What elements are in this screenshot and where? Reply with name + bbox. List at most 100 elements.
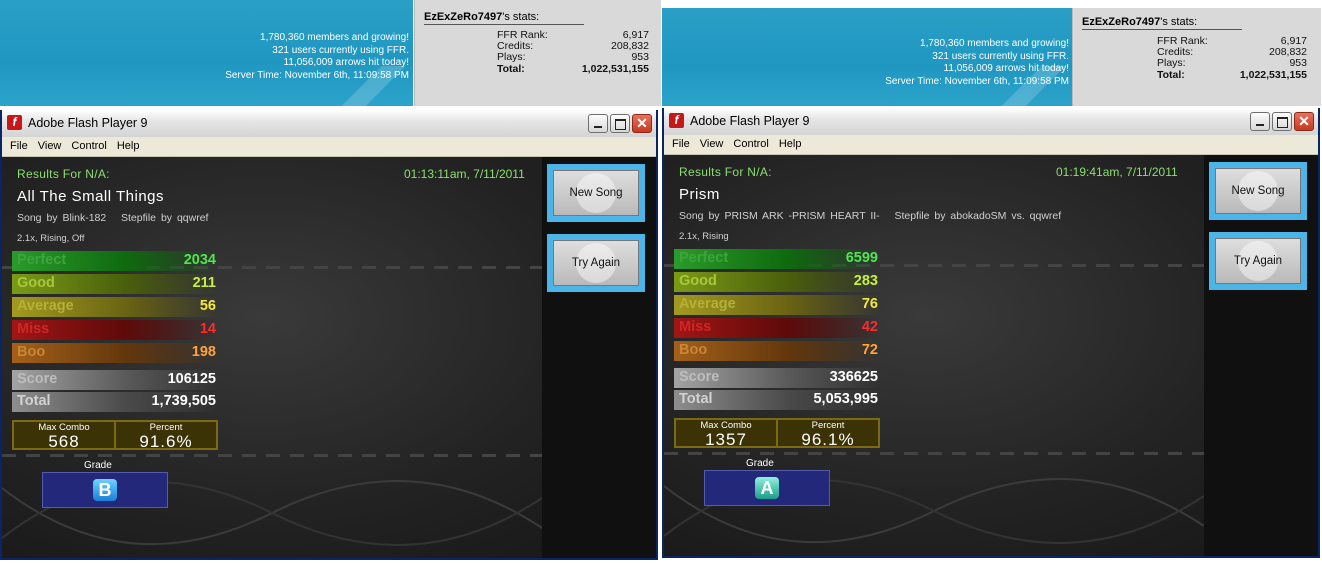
max-combo-cell: Max Combo 1357 xyxy=(676,420,776,449)
site-banner: 1,780,360 members and growing! 321 users… xyxy=(0,0,661,108)
grade-label: Grade xyxy=(746,458,774,469)
close-button[interactable]: ✕ xyxy=(632,114,652,133)
percent-value: 96.1% xyxy=(801,430,855,449)
max-combo-value: 568 xyxy=(48,432,80,451)
results-for-label: Results For N/A: xyxy=(679,165,772,179)
total-value: 5,053,995 xyxy=(813,391,878,407)
flash-player-window: f Adobe Flash Player 9 ✕ File View Control… xyxy=(662,108,1320,558)
flash-player-icon: f xyxy=(7,115,22,130)
results-stage: Results For N/A: 01:19:41am, 7/11/2011 P… xyxy=(664,155,1318,556)
combo-percent-box: Max Combo 568 Percent 91.6% xyxy=(12,420,218,450)
minimize-icon xyxy=(1256,124,1264,126)
game-mods: 2.1x, Rising xyxy=(679,231,729,242)
stepfile-author: Stepfile by qqwref xyxy=(121,212,209,224)
max-combo-value: 1357 xyxy=(705,430,747,449)
menu-control[interactable]: Control xyxy=(728,135,773,150)
maximize-icon xyxy=(615,119,626,130)
grade-box: A xyxy=(704,470,830,506)
flash-player-icon: f xyxy=(669,113,684,128)
window-controls: ✕ xyxy=(1250,112,1314,131)
right-screenshot: 1,780,360 members and growing! 321 users… xyxy=(662,0,1321,563)
percent-cell: Percent 91.6% xyxy=(114,422,216,450)
perfect-count: 2034 xyxy=(183,252,216,268)
menu-view[interactable]: View xyxy=(33,137,67,152)
menu-help[interactable]: Help xyxy=(774,135,807,150)
good-row: Good 283 xyxy=(674,272,880,292)
grade-letter: B xyxy=(93,479,117,501)
plays-row: Plays: 953 xyxy=(1157,57,1307,70)
user-stats-table: FFR Rank: 6,917 Credits: 208,832 Plays: 953… xyxy=(497,29,649,75)
window-titlebar[interactable]: f Adobe Flash Player 9 ✕ xyxy=(664,108,1318,136)
new-song-button[interactable]: New Song xyxy=(1209,162,1307,220)
total-row: Total: 1,022,531,155 xyxy=(1157,68,1307,81)
perfect-row: Perfect 6599 xyxy=(674,249,880,269)
combo-percent-box: Max Combo 1357 Percent 96.1% xyxy=(674,418,880,448)
site-stats: 1,780,360 members and growing! 321 users… xyxy=(225,32,409,82)
close-icon: ✕ xyxy=(1298,113,1310,129)
grade-label: Grade xyxy=(84,460,112,471)
username-link[interactable]: EzExZeRo7497 xyxy=(1082,16,1160,28)
members-count: 1,780,360 members and growing! xyxy=(920,38,1069,49)
total-row: Total 5,053,995 xyxy=(674,390,880,410)
user-stats-box: EzExZeRo7497's stats: FFR Rank: 6,917 Cre… xyxy=(1072,8,1321,106)
game-mods: 2.1x, Rising, Off xyxy=(17,233,85,244)
try-again-button[interactable]: Try Again xyxy=(547,234,645,292)
user-stats-table: FFR Rank: 6,917 Credits: 208,832 Plays: 953… xyxy=(1157,35,1307,81)
menu-help[interactable]: Help xyxy=(112,137,145,152)
results-for-label: Results For N/A: xyxy=(17,167,110,181)
server-time: Server Time: November 6th, 11:09:58 PM xyxy=(225,69,409,81)
arrows-today: 11,056,009 arrows hit today! xyxy=(283,57,409,69)
menu-file[interactable]: File xyxy=(664,135,695,150)
site-stats: 1,780,360 members and growing! 321 users… xyxy=(885,38,1069,88)
arrows-today: 11,056,009 arrows hit today! xyxy=(943,63,1069,75)
average-row: Average 56 xyxy=(12,297,218,317)
site-stats-banner: 1,780,360 members and growing! 321 users… xyxy=(0,0,413,106)
good-row: Good 211 xyxy=(12,274,218,294)
flash-player-window: f Adobe Flash Player 9 ✕ File View Control… xyxy=(0,110,658,560)
good-count: 283 xyxy=(853,273,878,289)
user-stats-title: EzExZeRo7497's stats: xyxy=(1082,16,1242,30)
site-stats-banner: 1,780,360 members and growing! 321 users… xyxy=(662,8,1073,106)
close-button[interactable]: ✕ xyxy=(1294,112,1314,131)
menu-view[interactable]: View xyxy=(695,135,729,150)
username-link[interactable]: EzExZeRo7497 xyxy=(424,11,502,23)
site-banner: 1,780,360 members and growing! 321 users… xyxy=(662,0,1321,108)
miss-count: 14 xyxy=(199,321,216,337)
menu-control[interactable]: Control xyxy=(66,137,111,152)
song-title: Prism xyxy=(679,186,720,203)
perfect-count: 6599 xyxy=(845,250,878,266)
minimize-icon xyxy=(594,126,602,128)
score-row: Score 336625 xyxy=(674,368,880,388)
song-credits: Song by PRISM ARK -PRISM HEART II- Stepf… xyxy=(679,210,1061,222)
plays-row: Plays: 953 xyxy=(497,51,649,64)
server-time: Server Time: November 6th, 11:09:58 PM xyxy=(885,75,1069,87)
window-titlebar[interactable]: f Adobe Flash Player 9 ✕ xyxy=(2,110,656,138)
stepfile-author: Stepfile by abokadoSM vs. qqwref xyxy=(894,210,1062,222)
menu-file[interactable]: File xyxy=(2,137,33,152)
menu-bar: File View Control Help xyxy=(664,135,1318,155)
boo-row: Boo 72 xyxy=(674,341,880,361)
max-combo-cell: Max Combo 568 xyxy=(14,422,114,451)
window-controls: ✕ xyxy=(588,114,652,133)
users-online: 321 users currently using FFR. xyxy=(932,50,1069,62)
try-again-button[interactable]: Try Again xyxy=(1209,232,1307,290)
score-row: Score 106125 xyxy=(12,370,218,390)
song-artist: Song by PRISM ARK -PRISM HEART II- xyxy=(679,210,880,222)
maximize-icon xyxy=(1277,117,1288,128)
new-song-button[interactable]: New Song xyxy=(547,164,645,222)
miss-row: Miss 42 xyxy=(674,318,880,338)
minimize-button[interactable] xyxy=(588,114,608,133)
menu-bar: File View Control Help xyxy=(2,137,656,157)
boo-count: 72 xyxy=(861,342,878,358)
average-row: Average 76 xyxy=(674,295,880,315)
average-count: 56 xyxy=(199,298,216,314)
results-stage: Results For N/A: 01:13:11am, 7/11/2011 A… xyxy=(2,157,656,558)
grade-letter: A xyxy=(755,477,779,499)
maximize-button[interactable] xyxy=(1272,112,1292,131)
grade-box: B xyxy=(42,472,168,508)
perfect-row: Perfect 2034 xyxy=(12,251,218,271)
maximize-button[interactable] xyxy=(610,114,630,133)
close-icon: ✕ xyxy=(636,115,648,131)
minimize-button[interactable] xyxy=(1250,112,1270,131)
score-value: 106125 xyxy=(167,371,216,387)
